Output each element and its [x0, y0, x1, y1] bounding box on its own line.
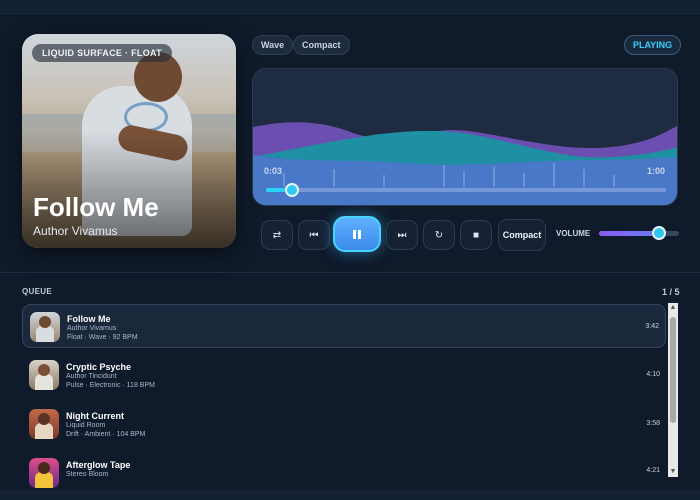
queue-scrollbar[interactable]: ▲ ▼	[668, 303, 678, 477]
scrollbar-thumb[interactable]	[670, 317, 676, 423]
current-time: 0:03	[264, 166, 283, 176]
cover-badge: LIQUID SURFACE · FLOAT	[32, 44, 172, 62]
shuffle-icon: ⇄	[272, 229, 282, 241]
top-bar	[0, 0, 700, 14]
scroll-down-icon[interactable]: ▼	[668, 467, 678, 477]
skip-forward-icon: ⏭	[397, 229, 407, 241]
next-button[interactable]: ⏭	[386, 220, 418, 250]
total-time: 1:00	[647, 166, 666, 176]
compact-view-pill[interactable]: Compact	[293, 35, 350, 55]
repeat-icon: ↻	[434, 229, 444, 241]
queue-item-meta: Float · Wave · 92 BPM	[67, 334, 138, 341]
queue-item-title: Follow Me	[67, 314, 111, 324]
section-divider	[0, 272, 700, 273]
queue-item-duration: 4:21	[646, 467, 660, 474]
seek-bar[interactable]	[266, 188, 666, 192]
track-title: Follow Me	[33, 192, 159, 222]
queue-item-artist: Author Vivamus	[67, 325, 117, 332]
track-artist: Author Vivamus	[33, 224, 118, 238]
queue-item-artist: Stereo Bloom	[66, 471, 109, 478]
queue-label: QUEUE	[22, 287, 52, 296]
volume-handle[interactable]	[652, 226, 666, 240]
compact-button[interactable]: Compact	[498, 219, 546, 251]
queue-item-meta: Pulse · Electronic · 118 BPM	[66, 382, 155, 389]
waveform-panel[interactable]	[252, 68, 678, 206]
track-thumbnail	[29, 409, 59, 439]
status-badge: PLAYING	[624, 35, 682, 55]
stop-icon: ■	[472, 229, 480, 241]
queue-item-title: Afterglow Tape	[66, 460, 131, 470]
queue-item-artist: Author Tincidunt	[66, 373, 117, 380]
volume-label: VOLUME	[556, 229, 591, 238]
pause-icon	[352, 229, 362, 239]
queue-item-duration: 3:42	[645, 323, 659, 330]
seek-handle[interactable]	[285, 183, 299, 197]
queue-item[interactable]: Cryptic Psyche Author Tincidunt Pulse · …	[22, 353, 666, 397]
shuffle-button[interactable]: ⇄	[261, 220, 293, 250]
volume-slider[interactable]	[599, 231, 679, 236]
bottom-bar	[0, 490, 700, 500]
track-thumbnail	[29, 458, 59, 488]
queue-count: 1 / 5	[662, 287, 680, 297]
waveform-graphic	[253, 122, 677, 205]
volume-slider-fill	[599, 231, 659, 236]
queue-item-meta: Drift · Ambient · 104 BPM	[66, 431, 146, 438]
queue-item[interactable]: Follow Me Author Vivamus Float · Wave · …	[22, 304, 666, 348]
queue-item[interactable]: Afterglow Tape Stereo Bloom 4:21	[22, 451, 666, 489]
queue-item-artist: Liquid Room	[66, 422, 106, 429]
queue-item-duration: 3:58	[646, 420, 660, 427]
queue-item[interactable]: Night Current Liquid Room Drift · Ambien…	[22, 402, 666, 446]
scroll-up-icon[interactable]: ▲	[668, 303, 678, 313]
repeat-button[interactable]: ↻	[423, 220, 455, 250]
queue-item-title: Night Current	[66, 411, 124, 421]
wave-view-pill[interactable]: Wave	[252, 35, 294, 55]
track-thumbnail	[30, 312, 60, 342]
track-thumbnail	[29, 360, 59, 390]
stop-button[interactable]: ■	[460, 220, 492, 250]
album-cover: LIQUID SURFACE · FLOAT Follow Me Author …	[22, 34, 236, 248]
previous-button[interactable]: ⏮	[298, 220, 330, 250]
queue-item-duration: 4:10	[646, 371, 660, 378]
skip-back-icon: ⏮	[309, 229, 319, 241]
pause-button[interactable]	[333, 216, 381, 252]
queue-item-title: Cryptic Psyche	[66, 362, 132, 372]
seek-bar-fill	[266, 188, 286, 192]
